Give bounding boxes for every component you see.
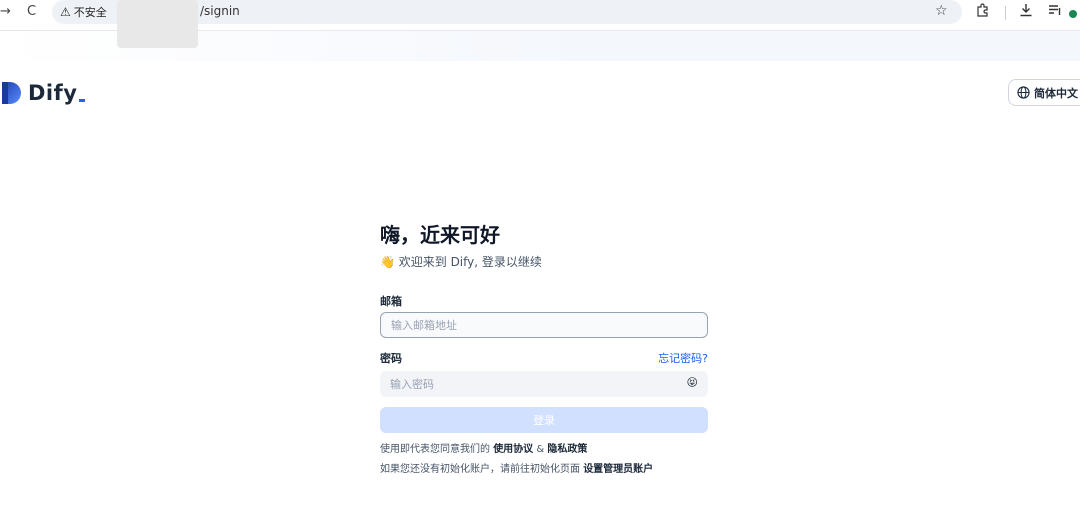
login-form: 嗨，近来可好 👋 欢迎来到 Dify, 登录以继续 邮箱 密码 忘记密码? 😝 …	[380, 222, 708, 475]
profile-dot-icon[interactable]	[1069, 10, 1077, 18]
email-field[interactable]	[380, 312, 708, 338]
redacted-region	[117, 0, 198, 48]
dify-logo-icon	[2, 82, 21, 104]
terms-of-service-link[interactable]: 使用协议	[493, 444, 533, 455]
back-icon[interactable]: →	[0, 4, 11, 19]
dify-logo[interactable]: Dify	[2, 81, 86, 105]
reload-icon[interactable]: C	[27, 4, 36, 19]
url-text[interactable]: /signin	[200, 4, 240, 18]
toolbar-divider	[1005, 6, 1006, 20]
page-title: 嗨，近来可好	[380, 223, 500, 247]
setup-admin-link[interactable]: 设置管理员账户	[583, 464, 653, 475]
privacy-policy-link[interactable]: 隐私政策	[547, 444, 587, 455]
forgot-password-link[interactable]: 忘记密码?	[658, 350, 708, 366]
language-selector[interactable]: 简体中文	[1008, 79, 1080, 106]
init-prefix: 如果您还没有初始化账户，请前往初始化页面	[380, 464, 584, 475]
password-field[interactable]	[380, 371, 708, 397]
login-button[interactable]: 登录	[380, 407, 708, 433]
terms-prefix: 使用即代表您同意我们的	[380, 444, 494, 455]
show-password-icon[interactable]: 😝	[687, 376, 698, 389]
reading-list-icon[interactable]	[1048, 3, 1062, 21]
warning-icon: ⚠	[60, 5, 71, 19]
terms-notice: 使用即代表您同意我们的 使用协议 & 隐私政策	[380, 440, 587, 455]
logo-text: Dify	[28, 81, 86, 105]
language-label: 简体中文	[1034, 86, 1078, 100]
security-indicator[interactable]: ⚠ 不安全	[60, 4, 107, 20]
password-label: 密码	[380, 352, 402, 365]
globe-icon	[1017, 86, 1030, 99]
terms-and: &	[533, 444, 548, 455]
extensions-icon[interactable]	[976, 3, 990, 21]
init-notice: 如果您还没有初始化账户，请前往初始化页面 设置管理员账户	[380, 460, 653, 475]
download-icon[interactable]	[1019, 3, 1033, 21]
star-icon[interactable]: ☆	[935, 3, 948, 19]
logo-text-label: Dify	[28, 81, 78, 105]
logo-underscore	[79, 99, 86, 102]
page-subtitle: 👋 欢迎来到 Dify, 登录以继续	[380, 255, 542, 269]
email-label: 邮箱	[380, 295, 402, 308]
security-label: 不安全	[73, 6, 107, 19]
